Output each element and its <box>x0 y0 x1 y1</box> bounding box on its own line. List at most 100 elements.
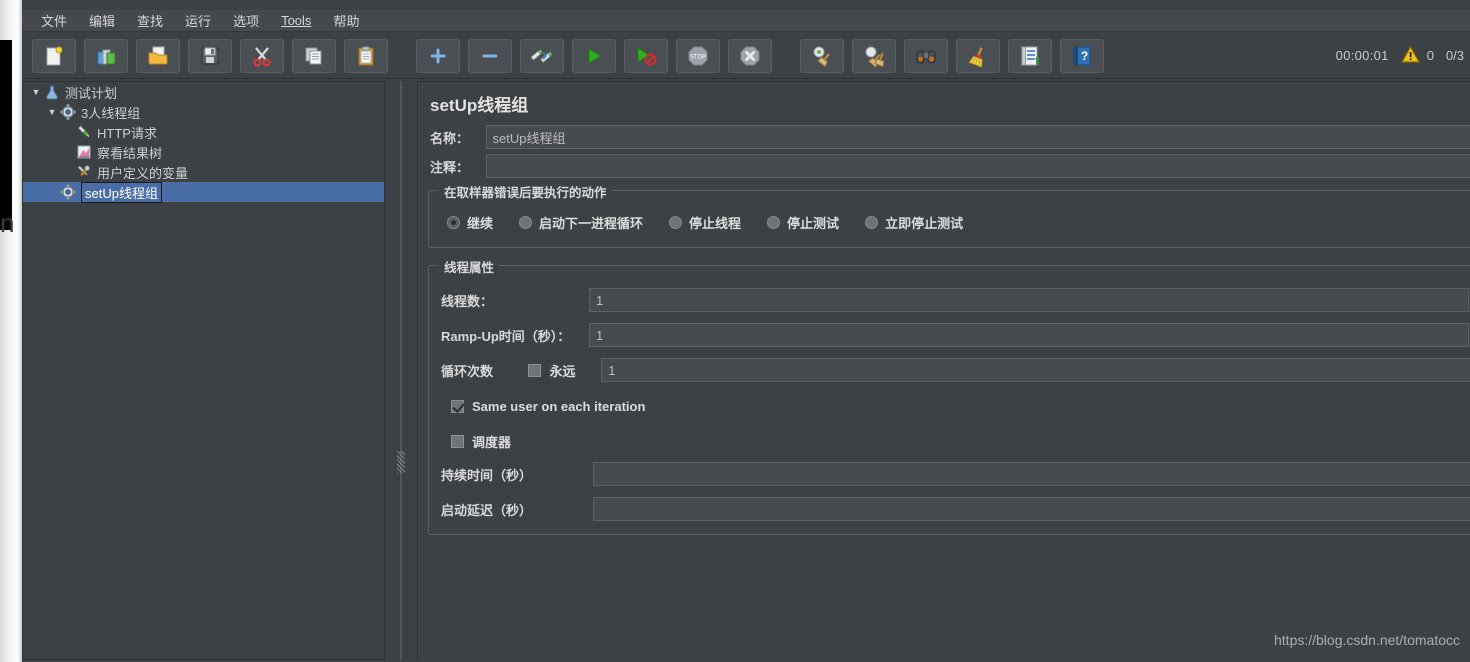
expand-all-button[interactable] <box>416 38 460 73</box>
rampup-row: Ramp-Up时间（秒）： <box>441 323 1470 347</box>
tree-node-1[interactable]: ▼ 3人线程组 <box>23 102 384 122</box>
chart-icon <box>75 143 93 161</box>
tree-node-4[interactable]: 用户定义的变量 <box>23 162 384 182</box>
pipette-icon <box>75 123 93 141</box>
shutdown-x-icon <box>739 45 761 67</box>
clear-all-button[interactable] <box>852 38 896 73</box>
thread-properties-group: 线程属性 线程数： Ramp-Up时间（秒）： 循环次数 永远 <box>428 257 1470 535</box>
stop-octagon-icon: STOP <box>687 45 709 67</box>
templates-button[interactable] <box>84 38 128 73</box>
stop-button[interactable]: STOP <box>676 38 720 73</box>
scheduler-checkbox[interactable] <box>451 435 464 448</box>
forever-checkbox[interactable] <box>528 363 542 377</box>
tree-node-label-wrap: setUp线程组 <box>77 181 162 203</box>
error-action-radio-3[interactable]: 停止测试 <box>767 213 839 232</box>
tree-node-label-wrap: HTTP请求 <box>93 123 157 142</box>
radio-indicator[interactable] <box>865 216 879 229</box>
toolbar-status: 00:00:01 0 0/3 <box>1335 45 1470 66</box>
tree-node-label-wrap: 用户定义的变量 <box>93 163 188 182</box>
menu-item-5[interactable]: Tools <box>270 11 322 31</box>
tree-node-label: 察看结果树 <box>97 145 163 161</box>
new-test-plan-button[interactable] <box>32 38 76 73</box>
function-helper-button[interactable] <box>1008 38 1052 73</box>
minus-icon <box>480 46 500 66</box>
menu-bar: 文件 编辑 查找 运行 选项 Tools 帮助 <box>22 10 1470 32</box>
tree-node-0[interactable]: ▼ 测试计划 <box>23 82 384 102</box>
radio-indicator[interactable] <box>669 216 683 229</box>
main-split-pane: ▼ 测试计划 ▼ 3人线程组 HTTP请求 察看结果树 用户定义的变量 setUp线程组 se… <box>22 79 1470 662</box>
toggle-pencil-icon <box>531 45 553 67</box>
radio-indicator[interactable] <box>447 216 460 229</box>
tree-node-2[interactable]: HTTP请求 <box>23 122 384 142</box>
tree-expand-toggle[interactable]: ▼ <box>45 107 59 117</box>
thread-count-row: 线程数： <box>441 288 1470 312</box>
startup-delay-input[interactable] <box>593 497 1470 521</box>
sampler-error-action-group: 在取样器错误后要执行的动作 继续 启动下一进程循环 停止线程 停止测试 立即停止测试 <box>428 182 1470 248</box>
same-user-row[interactable]: Same user on each iteration <box>451 399 645 414</box>
loop-count-label: 循环次数 <box>441 363 494 379</box>
radio-indicator[interactable] <box>767 216 781 229</box>
name-field-row: 名称： <box>430 125 1470 149</box>
active-threads-count: 0/3 <box>1445 48 1464 63</box>
start-no-pauses-button[interactable] <box>624 38 668 73</box>
error-action-radio-2[interactable]: 停止线程 <box>669 213 741 232</box>
menu-item-4[interactable]: 选项 <box>222 9 270 33</box>
menu-item-3[interactable]: 运行 <box>174 9 222 33</box>
test-plan-tree[interactable]: ▼ 测试计划 ▼ 3人线程组 HTTP请求 察看结果树 用户定义的变量 setUp线程组 <box>22 81 385 660</box>
reset-search-button[interactable] <box>956 38 1000 73</box>
split-divider-bar <box>400 81 402 660</box>
startup-delay-row: 启动延迟（秒） <box>441 497 1470 521</box>
scheduler-row[interactable]: 调度器 <box>451 432 511 451</box>
same-user-checkbox[interactable] <box>451 400 464 413</box>
same-user-label: Same user on each iteration <box>472 399 646 414</box>
elapsed-timer: 00:00:01 <box>1335 48 1389 63</box>
start-button[interactable] <box>572 38 616 73</box>
comment-input[interactable] <box>485 154 1470 178</box>
svg-text:?: ? <box>1081 49 1088 63</box>
rampup-input[interactable] <box>589 323 1469 347</box>
help-button[interactable]: ? <box>1060 38 1104 73</box>
menu-item-0[interactable]: 文件 <box>30 9 78 33</box>
tree-node-3[interactable]: 察看结果树 <box>23 142 384 162</box>
comment-label: 注释： <box>430 159 470 175</box>
rampup-label: Ramp-Up时间（秒）： <box>441 328 571 344</box>
collapse-all-button[interactable] <box>468 38 512 73</box>
error-action-radio-label: 停止测试 <box>787 216 840 231</box>
tree-node-label: HTTP请求 <box>97 125 157 141</box>
tree-node-label-wrap: 测试计划 <box>61 83 117 102</box>
menu-item-1[interactable]: 编辑 <box>78 9 126 33</box>
name-input[interactable] <box>485 125 1470 149</box>
clear-button[interactable] <box>800 38 844 73</box>
background-window-dark-block <box>0 40 12 230</box>
error-action-radio-1[interactable]: 启动下一进程循环 <box>519 213 643 232</box>
search-button[interactable] <box>904 38 948 73</box>
save-button[interactable] <box>188 38 232 73</box>
plus-icon <box>428 46 448 66</box>
warning-count: 0 <box>1426 48 1434 63</box>
tree-node-5[interactable]: setUp线程组 <box>23 181 384 203</box>
open-button[interactable] <box>136 38 180 73</box>
menu-item-2[interactable]: 查找 <box>126 9 174 33</box>
copy-button[interactable] <box>292 38 336 73</box>
broom-icon <box>967 45 989 67</box>
thread-count-input[interactable] <box>589 288 1469 312</box>
tree-expand-toggle[interactable]: ▼ <box>29 87 43 97</box>
duration-row: 持续时间（秒） <box>441 462 1470 486</box>
menu-item-6[interactable]: 帮助 <box>322 9 370 33</box>
shutdown-button[interactable] <box>728 38 772 73</box>
radio-indicator[interactable] <box>519 216 533 229</box>
split-divider-grip[interactable] <box>397 451 405 473</box>
copy-icon <box>303 45 325 67</box>
toggle-button[interactable] <box>520 38 564 73</box>
error-action-radio-0[interactable]: 继续 <box>447 213 493 232</box>
error-action-radio-label: 立即停止测试 <box>885 216 964 231</box>
duration-input[interactable] <box>593 462 1470 486</box>
error-action-radio-4[interactable]: 立即停止测试 <box>865 213 963 232</box>
flask-icon <box>43 83 61 101</box>
loop-count-input[interactable] <box>601 358 1470 382</box>
cut-button[interactable] <box>240 38 284 73</box>
warning-indicator[interactable]: 0 <box>1401 45 1434 66</box>
paste-button[interactable] <box>344 38 388 73</box>
comment-field-row: 注释： <box>430 154 1470 178</box>
split-divider[interactable] <box>386 81 416 660</box>
